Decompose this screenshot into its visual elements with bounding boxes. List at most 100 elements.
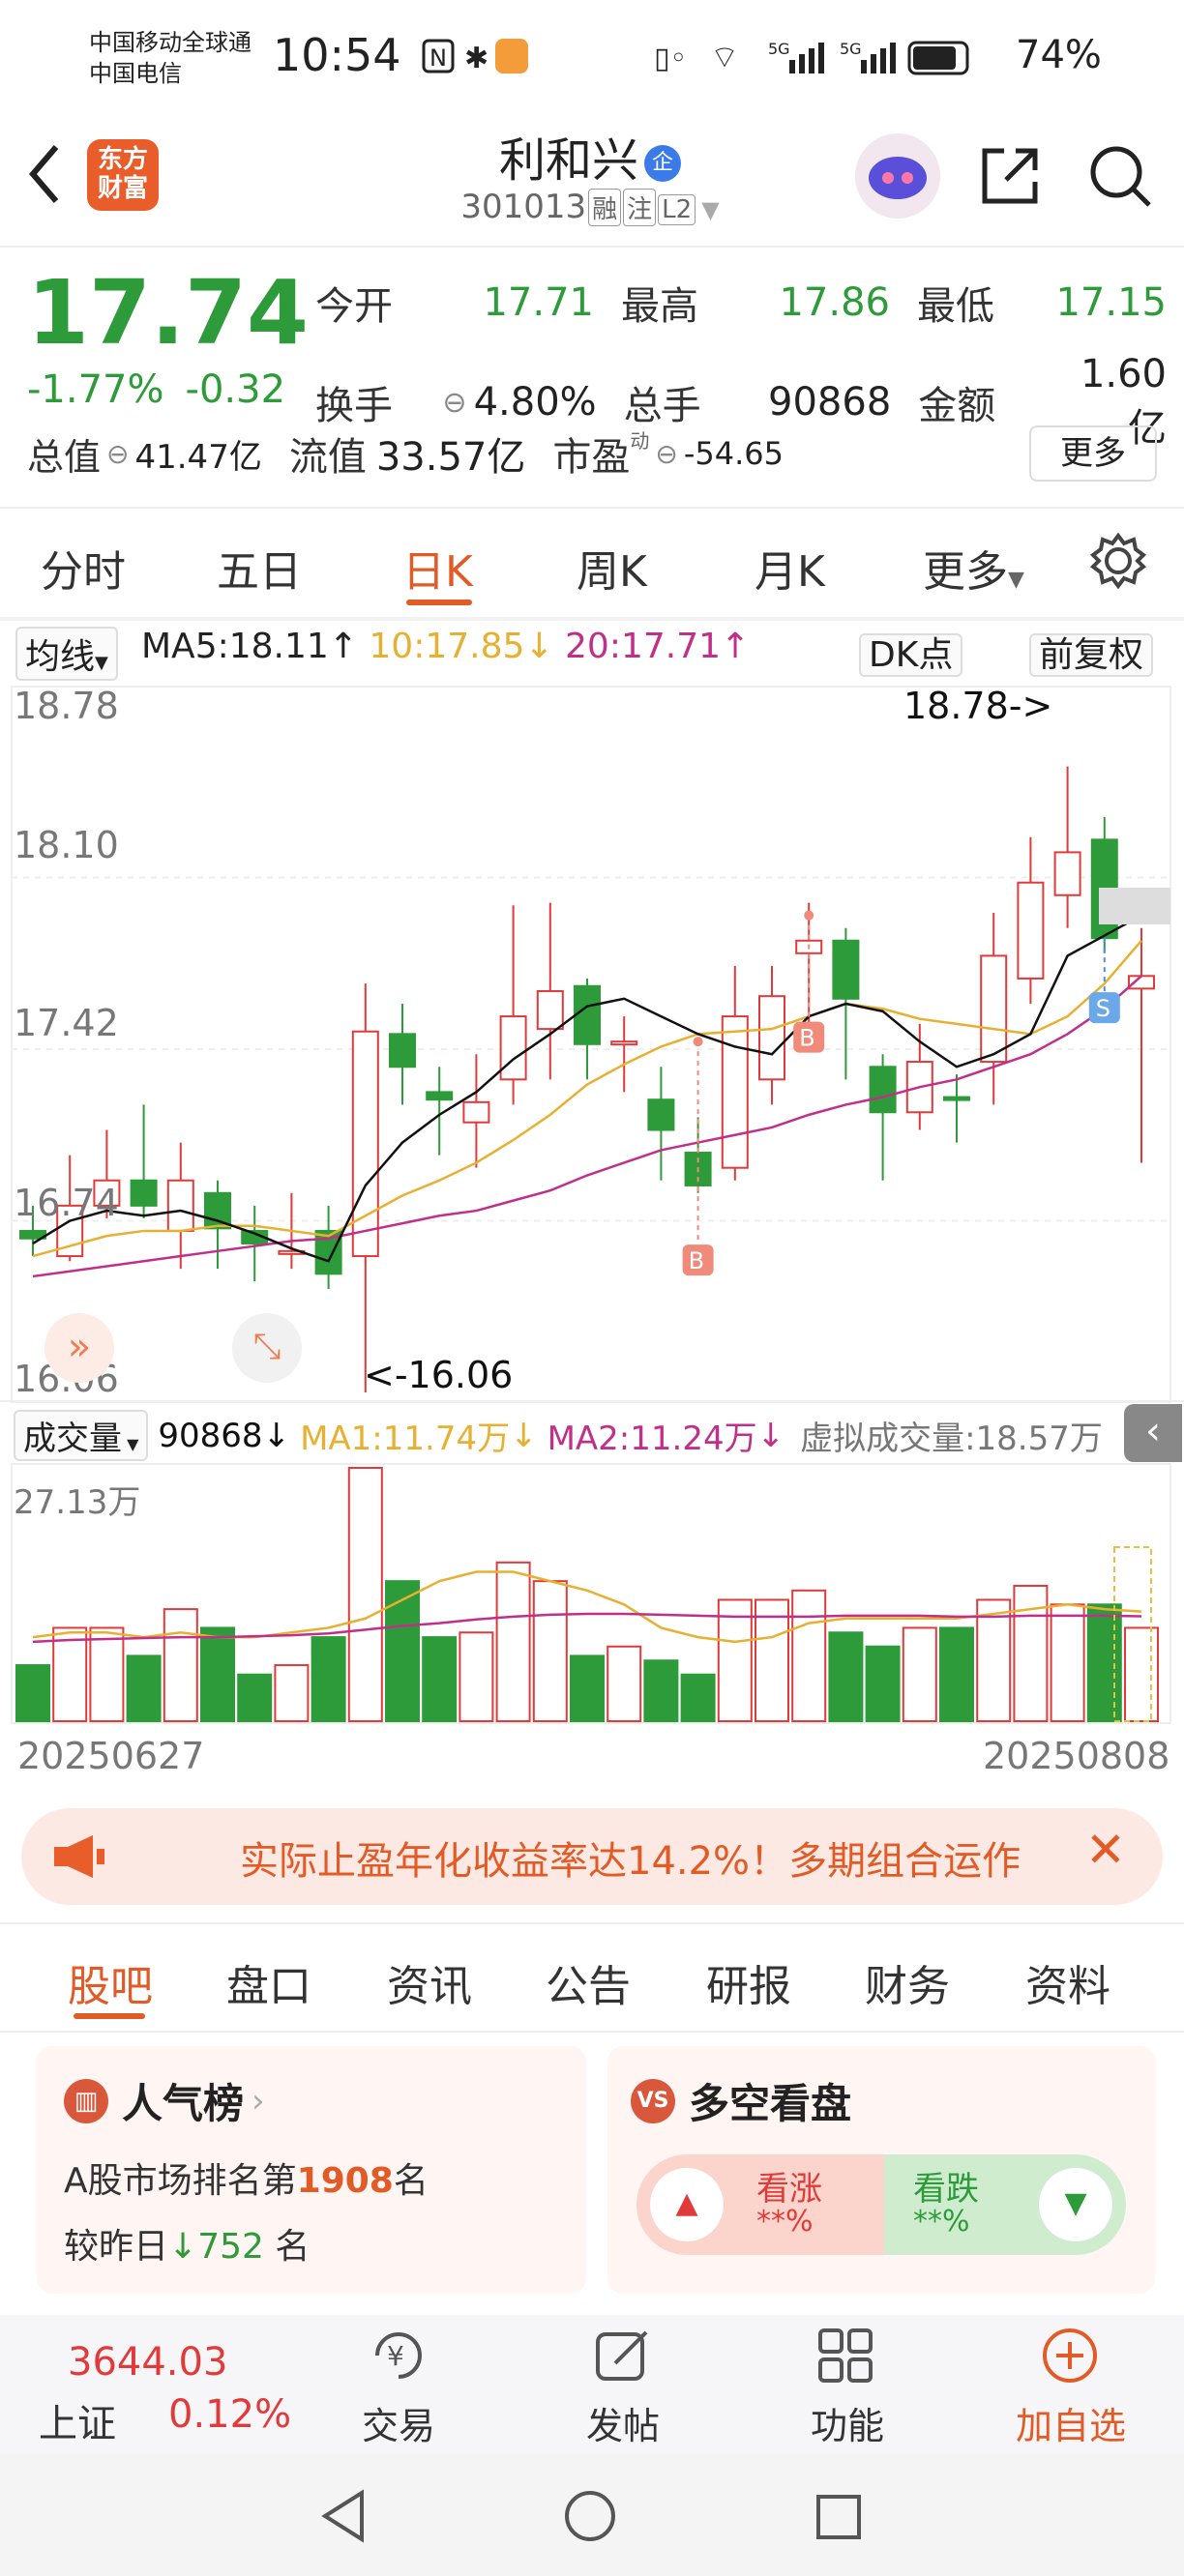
promo-banner[interactable]: 实际止盈年化收益率达14.2%！多期组合运作 ✕	[21, 1808, 1163, 1905]
tab-profile[interactable]: 资料	[1025, 1951, 1110, 2013]
chart-divider	[0, 1400, 1184, 1402]
kline-chart[interactable]: B B S	[0, 677, 1184, 1412]
index-name[interactable]: 上证	[39, 2392, 116, 2448]
tab-news[interactable]: 资讯	[387, 1951, 472, 2013]
collapse-panel-icon[interactable]: ‹	[1124, 1404, 1182, 1462]
svg-text:▯◦: ▯◦	[654, 42, 687, 75]
ma-select[interactable]: 均线▼	[15, 627, 118, 681]
tab-finance[interactable]: 财务	[865, 1951, 950, 2013]
index-value[interactable]: 3644.03	[68, 2340, 227, 2385]
function-grid-icon[interactable]	[814, 2325, 876, 2386]
add-watchlist-icon[interactable]	[1039, 2325, 1101, 2386]
candle-body	[610, 1040, 638, 1046]
candle-body	[351, 1030, 379, 1258]
buy-marker-label: B	[689, 1247, 704, 1274]
signal-icons: ▯◦ ⌔ 5G 5G	[654, 33, 973, 81]
nav-home-icon[interactable]	[563, 2489, 617, 2543]
date-start: 20250627	[17, 1735, 205, 1777]
volume-bar	[422, 1636, 458, 1722]
rank-text: A股市场排名第1908名	[64, 2161, 429, 2201]
add-watchlist-label[interactable]: 加自选	[1016, 2396, 1126, 2449]
volume-bar	[902, 1626, 937, 1722]
sentiment-title: 多空看盘	[689, 2080, 852, 2127]
volume-bar	[311, 1636, 346, 1722]
carrier-2: 中国电信	[89, 60, 182, 87]
tab-intraday[interactable]: 分时	[41, 537, 126, 599]
rank-change-text: 较昨日↓752 名	[64, 2227, 311, 2267]
volume-bar	[385, 1580, 420, 1722]
candle-body	[426, 1091, 454, 1101]
status-icons-left: N ✱	[422, 37, 528, 75]
volume-bar	[274, 1664, 310, 1722]
y-axis-label-3: 17.42	[14, 1002, 119, 1044]
ma20-value: 20:17.71	[565, 627, 722, 666]
popularity-card[interactable]: ▥ 人气榜 › A股市场排名第1908名 较昨日↓752 名	[37, 2046, 586, 2294]
info-icon: ⊖	[106, 437, 130, 470]
app-screen: { "status_bar":{"carrier1":"中国移动全球通","ca…	[0, 0, 1184, 2576]
back-icon[interactable]	[21, 135, 68, 213]
more-button[interactable]: 更多	[1029, 425, 1157, 482]
mcap-label: 总值	[27, 435, 102, 479]
carrier-1: 中国移动全球通	[89, 29, 252, 56]
arrow-down-icon: ▼	[1039, 2168, 1112, 2241]
tag-l2: L2	[658, 194, 696, 225]
share-icon[interactable]	[977, 143, 1043, 209]
tag-margin: 融	[588, 189, 622, 226]
candle-body	[721, 1015, 749, 1169]
y-axis-label-2: 18.10	[14, 824, 119, 866]
function-label[interactable]: 功能	[811, 2396, 884, 2449]
robot-assistant-icon[interactable]	[855, 133, 940, 219]
battery-percent: 74%	[1016, 33, 1102, 77]
tab-daily-k[interactable]: 日K	[402, 537, 473, 599]
gear-icon[interactable]	[1089, 532, 1147, 590]
close-icon[interactable]: ✕	[1085, 1822, 1126, 1878]
volume-bar	[126, 1654, 162, 1722]
search-icon[interactable]	[1087, 143, 1153, 209]
tab-announcement[interactable]: 公告	[546, 1951, 631, 2013]
post-icon[interactable]	[592, 2325, 654, 2386]
dk-point-select[interactable]: DK点	[859, 627, 963, 677]
volume-bar	[347, 1467, 383, 1722]
low-label: 最低	[917, 284, 994, 329]
candle-body	[758, 995, 785, 1081]
tab-monthly-k[interactable]: 月K	[755, 537, 825, 599]
nav-recent-icon[interactable]	[814, 2493, 863, 2541]
volume-select[interactable]: 成交量 ▼	[14, 1410, 149, 1461]
post-label[interactable]: 发帖	[586, 2396, 660, 2449]
svg-text:✱: ✱	[464, 42, 488, 75]
nav-back-icon[interactable]	[319, 2489, 368, 2543]
sell-marker-label: S	[1096, 995, 1110, 1022]
vol-ma2: MA2:11.24万	[547, 1420, 757, 1458]
network-5g-1: 5G	[768, 40, 790, 58]
tab-research[interactable]: 研报	[706, 1951, 791, 2013]
tab-underline	[406, 600, 472, 605]
tab-more[interactable]: 更多▼	[923, 537, 1024, 599]
stock-code: 301013	[460, 188, 587, 226]
high-label: 最高	[621, 284, 698, 329]
info-icon: ⊖	[442, 385, 467, 420]
price-adjust-select[interactable]: 前复权	[1029, 627, 1154, 677]
tab-weekly-k[interactable]: 周K	[577, 537, 647, 599]
index-change[interactable]: 0.12%	[168, 2392, 291, 2437]
expand-arrows-icon[interactable]: »	[44, 1313, 114, 1383]
tab-orderbook[interactable]: 盘口	[226, 1951, 311, 2013]
volume-header: 成交量 ▼ 90868 ↓ MA1:11.74万 ↓ MA2:11.24万 ↓ 虚拟成…	[14, 1410, 1103, 1461]
buy-marker-dot	[804, 910, 814, 921]
bullish-button[interactable]: ▲ 看涨 **%	[636, 2154, 886, 2255]
bearish-label: 看跌	[913, 2170, 979, 2209]
trade-label[interactable]: 交易	[362, 2396, 435, 2449]
stock-code-row[interactable]: 301013 融注 L2 ▼	[416, 188, 764, 226]
tab-five-day[interactable]: 五日	[217, 537, 302, 599]
bearish-button[interactable]: 看跌 **% ▼	[884, 2154, 1126, 2255]
low-value: 17.15	[1055, 280, 1167, 325]
popularity-title: 人气榜	[122, 2080, 245, 2127]
candle-body	[574, 984, 601, 1045]
trade-icon[interactable]: ¥	[368, 2325, 429, 2386]
fullscreen-icon[interactable]: ⤡	[232, 1313, 302, 1383]
svg-text:¥: ¥	[387, 2340, 404, 2372]
pe-label: 市盈	[552, 435, 631, 480]
volume-bar	[828, 1631, 864, 1722]
high-value: 17.86	[779, 280, 890, 325]
chart-bars-icon: ▥	[64, 2078, 108, 2123]
tab-forum[interactable]: 股吧	[68, 1951, 153, 2013]
